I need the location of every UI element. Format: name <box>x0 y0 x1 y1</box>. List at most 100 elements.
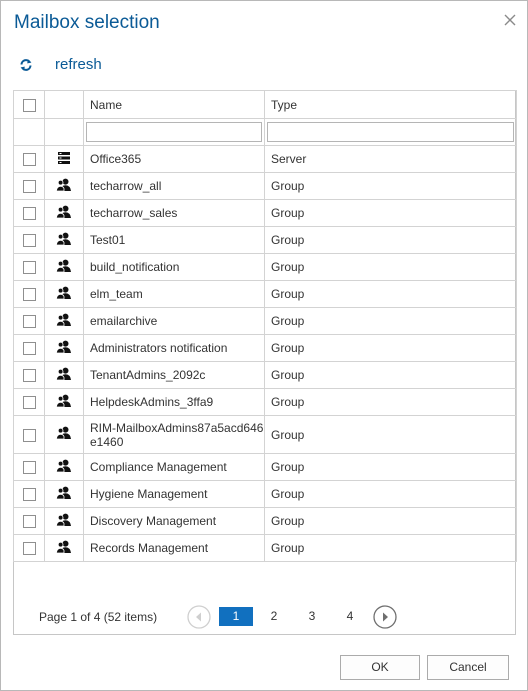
row-checkbox[interactable] <box>22 261 36 275</box>
row-checkbox[interactable] <box>22 461 36 475</box>
table-row[interactable]: RIM-MailboxAdmins87a5acd646e1460 Group <box>13 415 517 454</box>
row-name-text: Hygiene Management <box>90 487 208 501</box>
table-row[interactable]: Discovery Management Group <box>13 507 517 535</box>
cancel-button[interactable]: Cancel <box>427 655 509 680</box>
table-row[interactable]: HelpdeskAdmins_3ffa9 Group <box>13 388 517 416</box>
row-checkbox-cell <box>13 507 45 535</box>
type-filter-cell <box>264 118 517 146</box>
row-name-text: emailarchive <box>90 314 158 328</box>
page-2-button[interactable]: 2 <box>257 607 291 626</box>
table-row[interactable]: Compliance Management Group <box>13 453 517 481</box>
row-checkbox[interactable] <box>22 288 36 302</box>
prev-page-icon[interactable] <box>187 605 211 629</box>
row-checkbox[interactable] <box>22 396 36 410</box>
table-row[interactable]: build_notification Group <box>13 253 517 281</box>
row-type: Group <box>264 415 517 454</box>
dialog-title: Mailbox selection <box>14 12 160 33</box>
row-name: Administrators notification <box>83 334 265 362</box>
row-name-text: Office365 <box>90 152 142 166</box>
ok-button[interactable]: OK <box>340 655 420 680</box>
row-checkbox[interactable] <box>22 180 36 194</box>
row-icon-cell <box>44 226 84 254</box>
row-checkbox-cell <box>13 226 45 254</box>
row-checkbox[interactable] <box>22 428 36 442</box>
row-name-text: Test01 <box>90 233 126 247</box>
row-name-text: HelpdeskAdmins_3ffa9 <box>90 395 214 409</box>
page-3-button[interactable]: 3 <box>295 607 329 626</box>
row-name-text: RIM-MailboxAdmins87a5acd646e1460 <box>90 420 264 449</box>
group-icon <box>55 459 72 476</box>
row-name: Compliance Management <box>83 453 265 481</box>
table-row[interactable]: Test01 Group <box>13 226 517 254</box>
row-type: Group <box>264 253 517 281</box>
name-column-header[interactable]: Name <box>83 90 265 119</box>
next-page-icon[interactable] <box>373 605 397 629</box>
row-name: techarrow_all <box>83 172 265 200</box>
row-checkbox[interactable] <box>22 369 36 383</box>
row-name-text: build_notification <box>90 260 180 274</box>
row-icon-cell <box>44 280 84 308</box>
row-name: elm_team <box>83 280 265 308</box>
row-checkbox[interactable] <box>22 315 36 329</box>
mailbox-table: Name Type Office365 Server techarrow_all Gr… <box>13 90 517 562</box>
mailbox-grid: Name Type Office365 Server techarrow_all Gr… <box>13 90 517 635</box>
pager-info: Page 1 of 4 (52 items) <box>39 610 158 624</box>
group-icon <box>55 205 72 222</box>
row-name: Office365 <box>83 145 265 173</box>
group-icon <box>55 259 72 276</box>
row-checkbox[interactable] <box>22 342 36 356</box>
row-icon-cell <box>44 361 84 389</box>
row-checkbox[interactable] <box>22 207 36 221</box>
close-icon[interactable] <box>503 13 517 27</box>
row-icon-cell <box>44 480 84 508</box>
page-4-button[interactable]: 4 <box>333 607 367 626</box>
row-type: Group <box>264 280 517 308</box>
type-filter-input[interactable] <box>267 122 514 142</box>
row-name: techarrow_sales <box>83 199 265 227</box>
row-checkbox[interactable] <box>22 542 36 556</box>
row-checkbox-cell <box>13 280 45 308</box>
row-name: emailarchive <box>83 307 265 335</box>
icon-column-header <box>44 90 84 119</box>
row-icon-cell <box>44 172 84 200</box>
filter-empty-cell <box>13 118 45 146</box>
table-row[interactable]: emailarchive Group <box>13 307 517 335</box>
row-checkbox[interactable] <box>22 153 36 167</box>
select-all-checkbox[interactable] <box>22 98 36 112</box>
row-icon-cell <box>44 453 84 481</box>
table-row[interactable]: techarrow_all Group <box>13 172 517 200</box>
table-row[interactable]: Administrators notification Group <box>13 334 517 362</box>
name-filter-cell <box>83 118 265 146</box>
row-checkbox[interactable] <box>22 234 36 248</box>
row-checkbox-cell <box>13 307 45 335</box>
row-checkbox-cell <box>13 172 45 200</box>
table-row[interactable]: TenantAdmins_2092c Group <box>13 361 517 389</box>
page-1-button[interactable]: 1 <box>219 607 253 626</box>
row-name: HelpdeskAdmins_3ffa9 <box>83 388 265 416</box>
group-icon <box>55 486 72 503</box>
row-type: Group <box>264 534 517 562</box>
server-icon <box>57 151 71 168</box>
row-icon-cell <box>44 415 84 454</box>
row-checkbox[interactable] <box>22 515 36 529</box>
row-checkbox-cell <box>13 415 45 454</box>
row-icon-cell <box>44 334 84 362</box>
table-row[interactable]: Office365 Server <box>13 145 517 173</box>
table-row[interactable]: Records Management Group <box>13 534 517 562</box>
type-column-header[interactable]: Type <box>264 90 517 119</box>
refresh-button[interactable]: refresh <box>19 56 102 73</box>
row-name: Records Management <box>83 534 265 562</box>
row-icon-cell <box>44 507 84 535</box>
name-filter-input[interactable] <box>86 122 262 142</box>
group-icon <box>55 367 72 384</box>
row-name: TenantAdmins_2092c <box>83 361 265 389</box>
table-row[interactable]: Hygiene Management Group <box>13 480 517 508</box>
table-row[interactable]: techarrow_sales Group <box>13 199 517 227</box>
table-row[interactable]: elm_team Group <box>13 280 517 308</box>
row-icon-cell <box>44 253 84 281</box>
row-type: Group <box>264 334 517 362</box>
row-name-text: Records Management <box>90 541 209 555</box>
row-checkbox[interactable] <box>22 488 36 502</box>
group-icon <box>55 394 72 411</box>
row-type: Group <box>264 480 517 508</box>
